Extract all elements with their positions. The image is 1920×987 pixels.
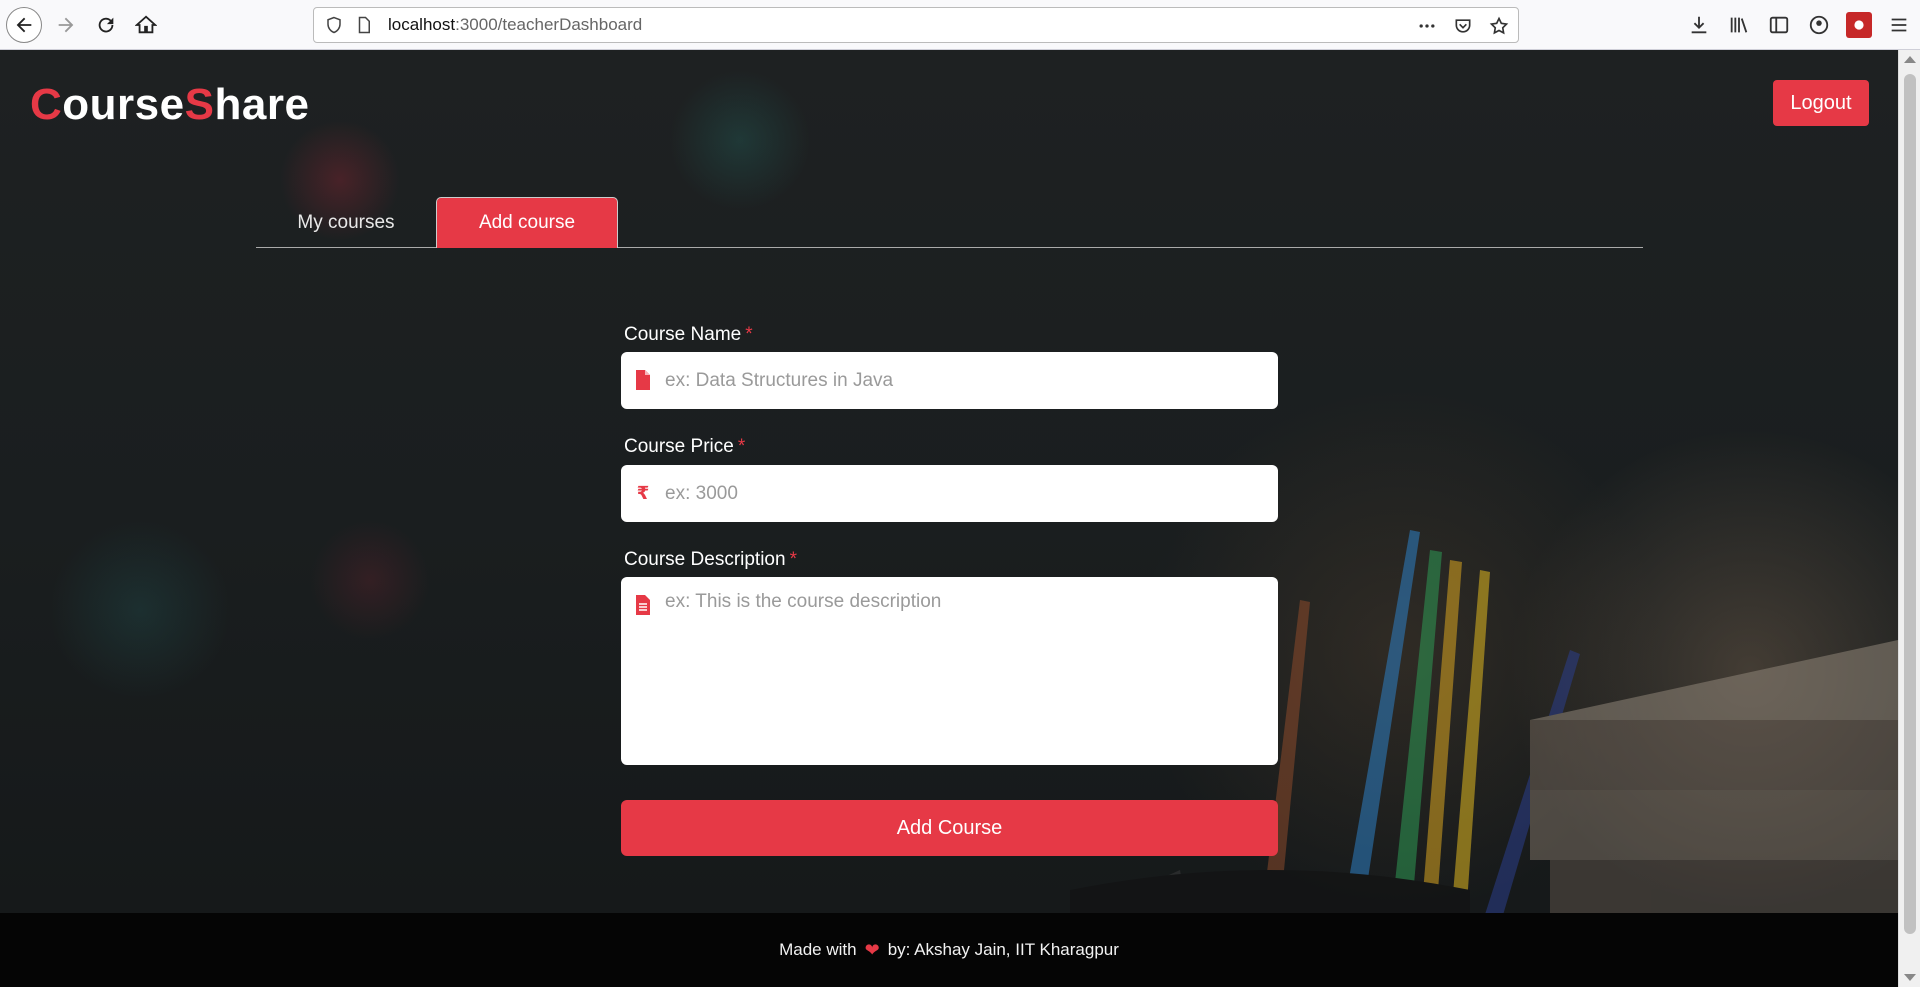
course-description-field[interactable] <box>621 577 1278 765</box>
required-mark: * <box>745 324 753 345</box>
back-button[interactable] <box>6 7 42 43</box>
menu-icon[interactable] <box>1886 12 1912 38</box>
add-course-button[interactable]: Add Course <box>621 800 1278 856</box>
file-text-icon <box>633 594 653 616</box>
home-icon <box>135 15 157 34</box>
required-mark: * <box>737 436 746 457</box>
file-icon <box>633 369 653 391</box>
course-price-label-text: Course Price <box>624 436 734 457</box>
sidebar-icon[interactable] <box>1766 12 1792 38</box>
arrow-left-icon <box>16 17 32 33</box>
course-description-input[interactable] <box>665 591 1265 751</box>
course-price-input[interactable] <box>665 465 1265 522</box>
logout-button[interactable]: Logout <box>1773 80 1869 126</box>
logo-letter-c: C <box>30 80 63 129</box>
scroll-down-arrow-icon[interactable] <box>1904 974 1916 981</box>
scroll-up-arrow-icon[interactable] <box>1904 56 1916 63</box>
logo-text-ourse: ourse <box>62 80 185 129</box>
app-logo[interactable]: CourseShare <box>30 80 309 130</box>
page-actions-icon[interactable] <box>1416 15 1438 37</box>
rupee-icon: ₹ <box>636 482 650 504</box>
course-name-label-text: Course Name <box>624 324 742 345</box>
page-scrollbar[interactable] <box>1898 50 1920 987</box>
required-mark: * <box>789 549 797 570</box>
page-icon <box>354 15 374 35</box>
course-price-field[interactable]: ₹ <box>621 465 1278 522</box>
tab-my-courses[interactable]: My courses <box>256 197 436 248</box>
url-host: localhost <box>388 15 456 34</box>
pocket-icon[interactable] <box>1452 15 1474 37</box>
forward-button[interactable] <box>48 7 84 43</box>
heart-icon: ❤ <box>864 939 880 960</box>
extension-icon[interactable] <box>1846 12 1872 38</box>
footer-prefix: Made with <box>779 940 857 959</box>
url-path: :3000/teacherDashboard <box>455 15 643 34</box>
course-description-label: Course Description * <box>624 549 797 571</box>
url-text[interactable]: localhost:3000/teacherDashboard <box>388 15 642 35</box>
logo-text-hare: hare <box>214 80 310 129</box>
course-price-label: Course Price * <box>624 436 745 458</box>
bookmark-star-icon[interactable] <box>1488 15 1510 37</box>
footer-credit: by: Akshay Jain, IIT Kharagpur <box>887 940 1119 959</box>
home-button[interactable] <box>128 7 164 43</box>
arrow-right-icon <box>58 17 74 33</box>
footer: Made with ❤ by: Akshay Jain, IIT Kharagp… <box>0 913 1898 987</box>
reload-button[interactable] <box>88 7 124 43</box>
download-icon[interactable] <box>1686 12 1712 38</box>
library-icon[interactable] <box>1726 12 1752 38</box>
course-name-input[interactable] <box>665 352 1265 409</box>
scrollbar-thumb[interactable] <box>1904 74 1916 934</box>
reload-icon <box>98 17 114 33</box>
account-icon[interactable] <box>1806 12 1832 38</box>
logo-letter-s: S <box>184 80 215 129</box>
course-description-label-text: Course Description <box>624 549 786 570</box>
page-background: CourseShare Logout My courses Add course… <box>0 50 1898 987</box>
course-name-label: Course Name * <box>624 324 753 346</box>
tab-add-course[interactable]: Add course <box>436 197 618 248</box>
shield-icon[interactable] <box>324 15 344 35</box>
url-bar[interactable]: localhost:3000/teacherDashboard <box>313 7 1519 43</box>
course-name-field[interactable] <box>621 352 1278 409</box>
browser-toolbar: localhost:3000/teacherDashboard <box>0 0 1920 50</box>
dashboard-tabs: My courses Add course <box>256 197 1643 248</box>
